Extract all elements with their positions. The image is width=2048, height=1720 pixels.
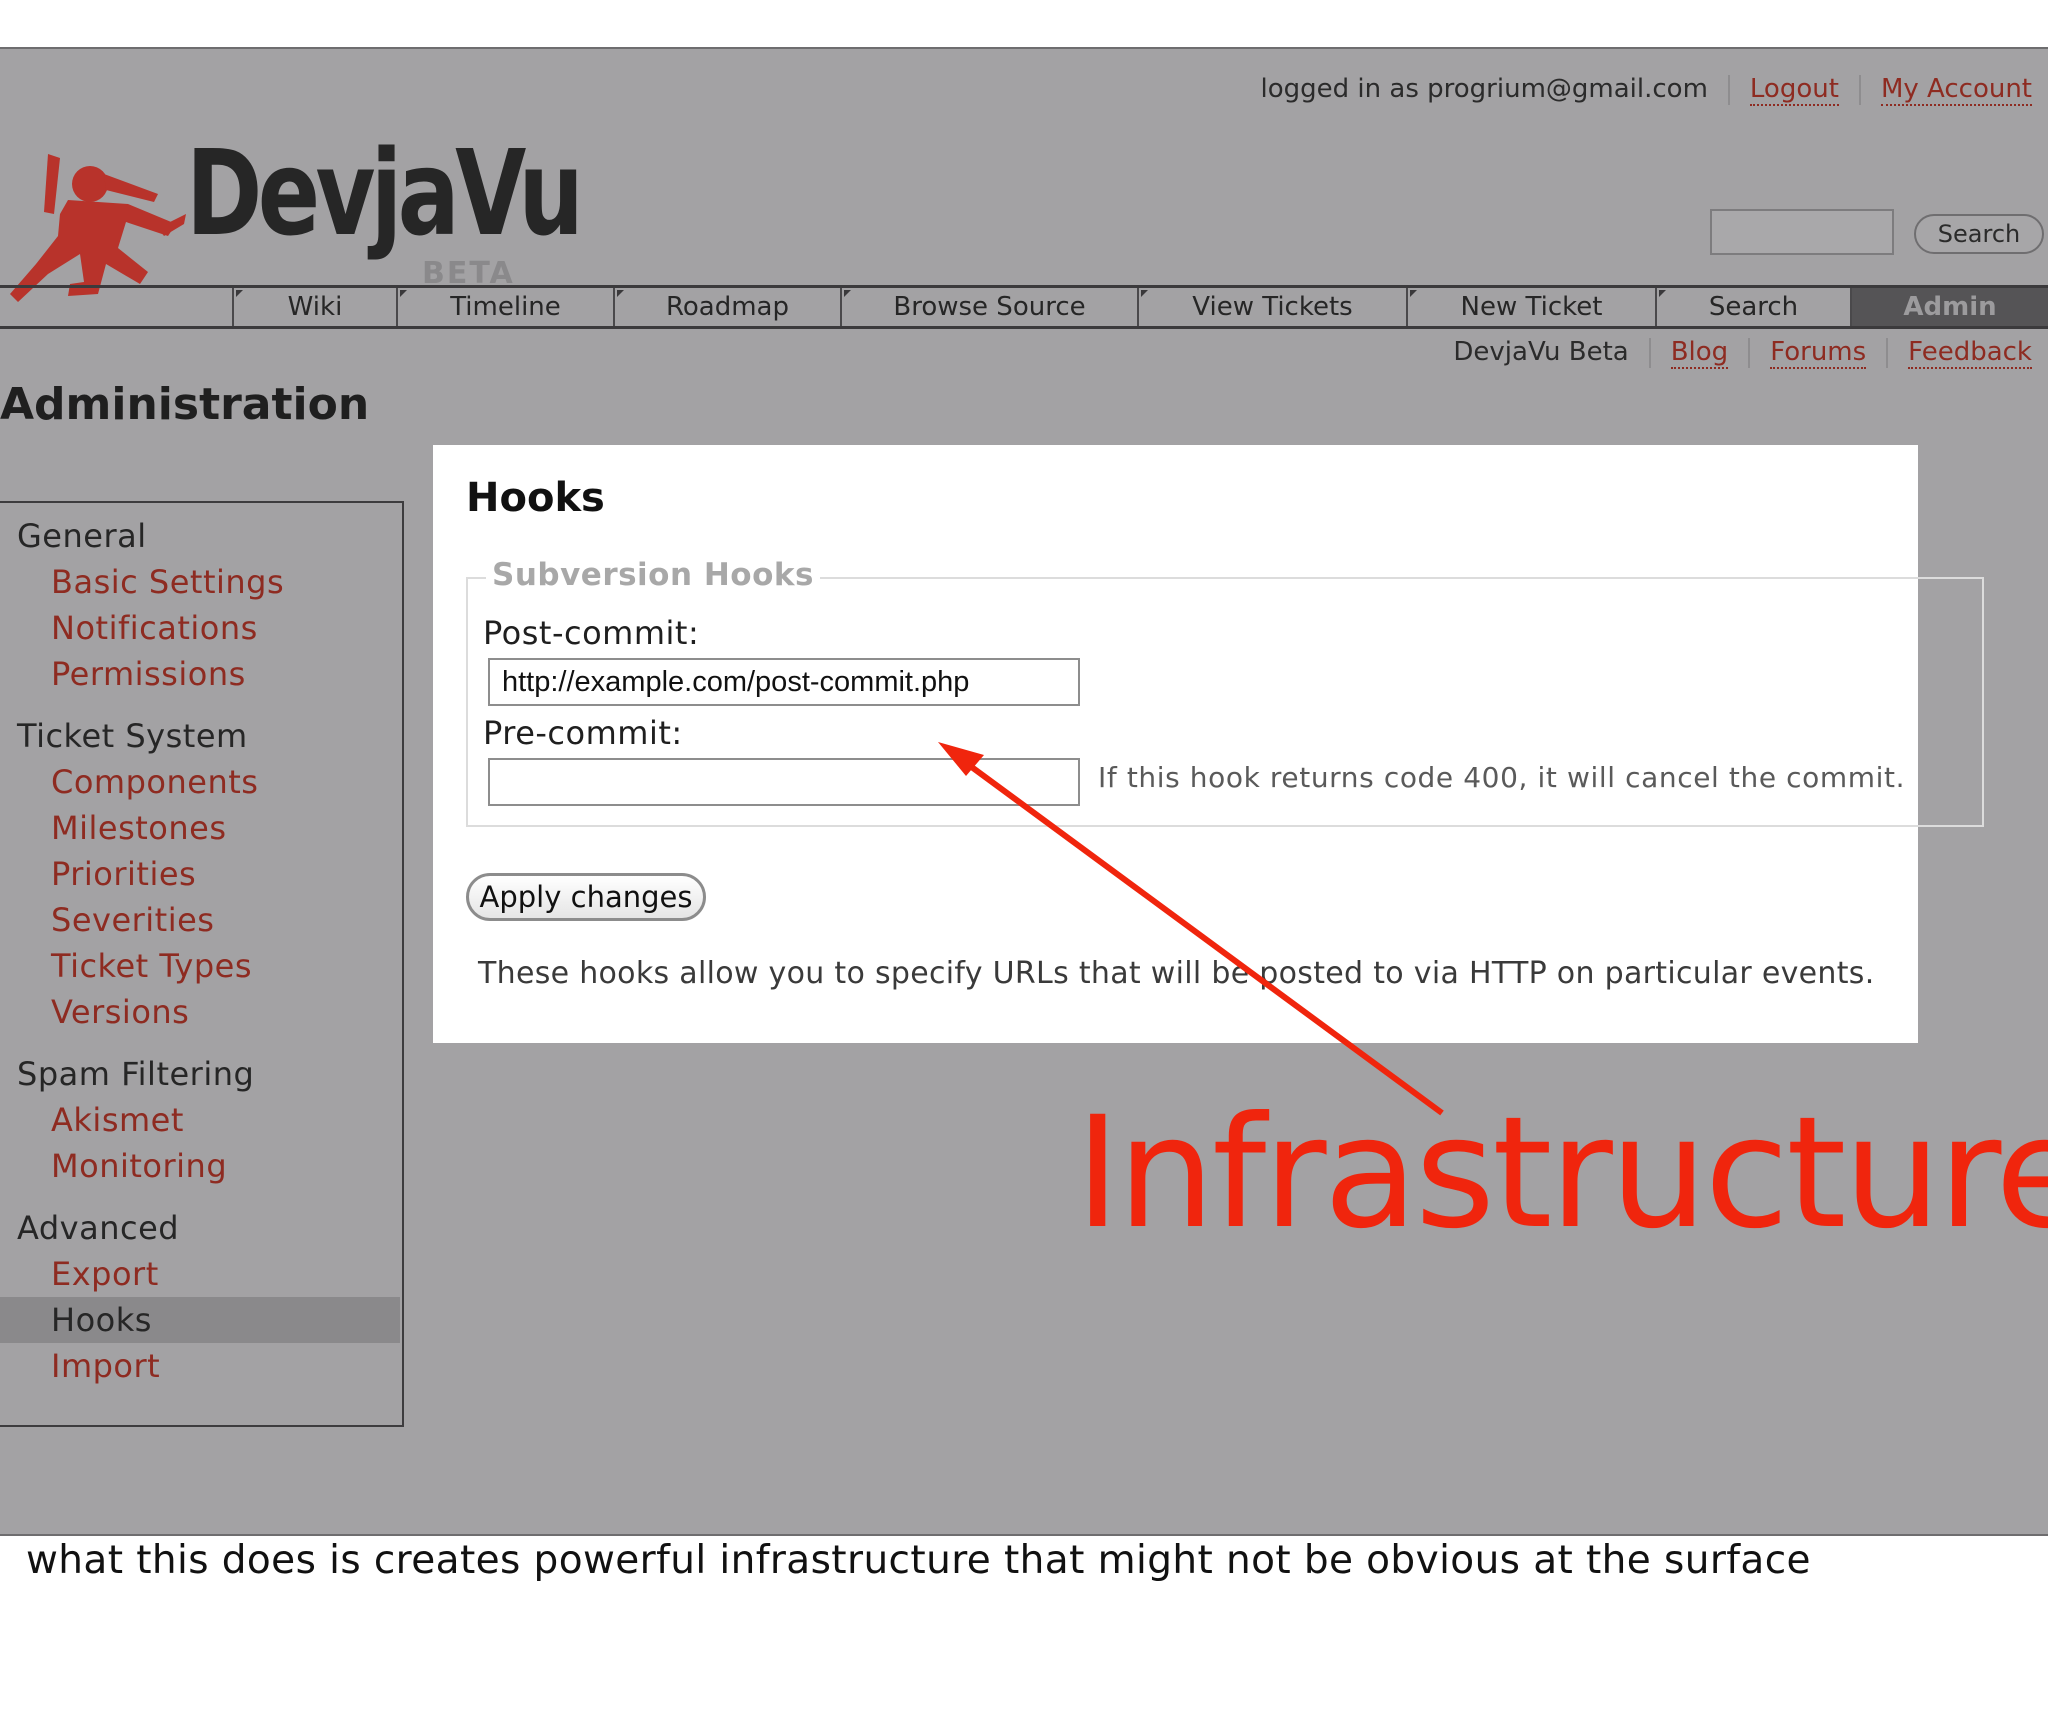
hooks-title: Hooks — [466, 475, 605, 521]
tab-browse-source[interactable]: Browse Source — [840, 288, 1137, 326]
sub-nav: DevjaVu Beta Blog Forums Feedback — [1453, 337, 2032, 369]
logo[interactable]: DevjaVu BETA — [8, 94, 584, 314]
sidebar-item-milestones[interactable]: Milestones — [0, 805, 400, 851]
pre-commit-label: Pre-commit: — [483, 714, 683, 752]
tab-timeline[interactable]: Timeline — [396, 288, 613, 326]
sidebar-item-notifications[interactable]: Notifications — [0, 605, 400, 651]
tab-search[interactable]: Search — [1655, 288, 1850, 326]
separator — [1648, 337, 1651, 368]
slide-caption: what this does is creates powerful infra… — [26, 1538, 1811, 1583]
feedback-link[interactable]: Feedback — [1908, 337, 2032, 369]
account-bar: logged in as progrium@gmail.com Logout My … — [1261, 74, 2032, 106]
hooks-description: These hooks allow you to specify URLs th… — [478, 956, 1875, 991]
sidebar-section-advanced: Advanced — [17, 1209, 180, 1247]
separator — [1748, 337, 1751, 368]
annotation-infrastructure: Infrastructure — [1075, 1084, 2048, 1263]
search-input[interactable] — [1710, 209, 1894, 255]
main-nav: Wiki Timeline Roadmap Browse Source View… — [0, 285, 2048, 329]
project-name: DevjaVu Beta — [1453, 337, 1629, 367]
search-button[interactable]: Search — [1914, 214, 2044, 254]
sidebar-item-basic-settings[interactable]: Basic Settings — [0, 559, 400, 605]
apply-changes-button[interactable]: Apply changes — [466, 873, 706, 921]
pre-commit-hint: If this hook returns code 400, it will c… — [1098, 761, 1906, 794]
sidebar-section-ticket-system: Ticket System — [17, 717, 248, 755]
sidebar-section-spam-filtering: Spam Filtering — [17, 1055, 255, 1093]
sidebar-item-components[interactable]: Components — [0, 759, 400, 805]
tab-new-ticket[interactable]: New Ticket — [1406, 288, 1655, 326]
separator — [1858, 74, 1861, 105]
logged-in-text: logged in as progrium@gmail.com — [1260, 74, 1708, 104]
sidebar-item-ticket-types[interactable]: Ticket Types — [0, 943, 400, 989]
forums-link[interactable]: Forums — [1770, 337, 1867, 369]
sidebar-item-versions[interactable]: Versions — [0, 989, 400, 1035]
sidebar-item-severities[interactable]: Severities — [0, 897, 400, 943]
page-title: Administration — [0, 379, 370, 430]
logout-link[interactable]: Logout — [1749, 74, 1839, 106]
post-commit-label: Post-commit: — [483, 614, 700, 652]
separator — [1886, 337, 1889, 368]
tab-view-tickets[interactable]: View Tickets — [1137, 288, 1406, 326]
sidebar-item-monitoring[interactable]: Monitoring — [0, 1143, 400, 1189]
tab-wiki[interactable]: Wiki — [232, 288, 396, 326]
tab-roadmap[interactable]: Roadmap — [613, 288, 840, 326]
sidebar-item-permissions[interactable]: Permissions — [0, 651, 400, 697]
sidebar-item-export[interactable]: Export — [0, 1251, 400, 1297]
subversion-hooks-legend: Subversion Hooks — [486, 557, 820, 593]
post-commit-input[interactable]: http://example.com/post-commit.php — [488, 658, 1080, 706]
tab-admin[interactable]: Admin — [1850, 288, 2048, 326]
sidebar-section-general: General — [17, 517, 147, 555]
separator — [1727, 74, 1730, 105]
sidebar-item-hooks[interactable]: Hooks — [0, 1297, 400, 1343]
my-account-link[interactable]: My Account — [1880, 74, 2032, 106]
sidebar-item-import[interactable]: Import — [0, 1343, 400, 1389]
admin-sidebar: General Basic Settings Notifications Per… — [0, 501, 404, 1427]
pre-commit-input[interactable] — [488, 758, 1080, 806]
blog-link[interactable]: Blog — [1670, 337, 1729, 369]
sidebar-item-priorities[interactable]: Priorities — [0, 851, 400, 897]
logo-wordmark: DevjaVu — [186, 124, 584, 262]
sidebar-item-akismet[interactable]: Akismet — [0, 1097, 400, 1143]
